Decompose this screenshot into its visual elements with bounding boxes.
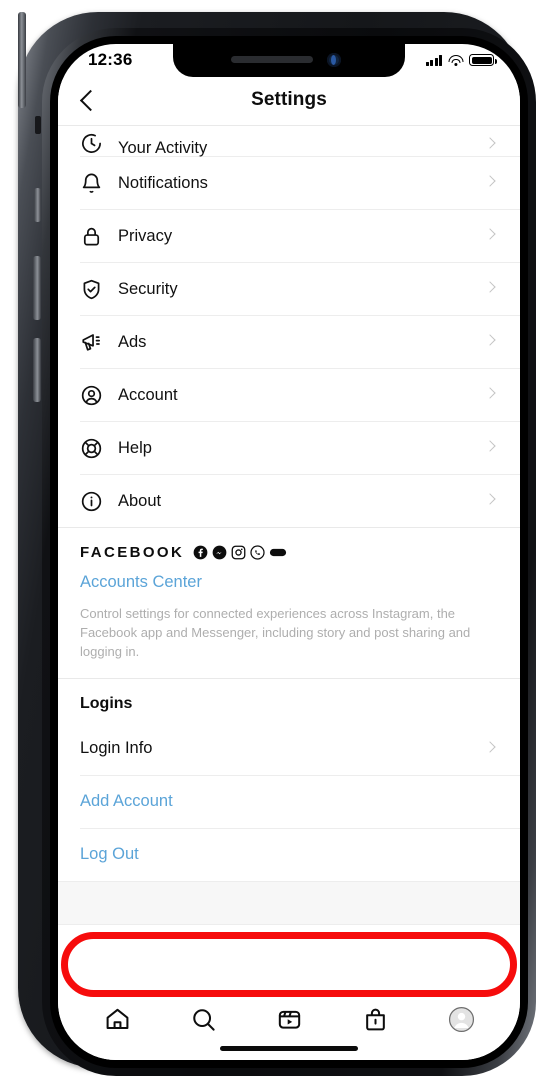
facebook-icon [193, 545, 208, 560]
antenna-band-left [35, 116, 41, 134]
settings-row-ads[interactable]: Ads [58, 316, 520, 368]
chevron-right-icon [484, 334, 496, 346]
settings-row-your-activity[interactable]: Your Activity [58, 126, 520, 158]
power-button[interactable] [18, 12, 26, 108]
whatsapp-icon [250, 545, 265, 560]
content-bottom-filler [58, 880, 520, 925]
settings-row-label: Notifications [118, 173, 208, 192]
chevron-right-icon [484, 740, 496, 753]
info-circle-icon [80, 486, 114, 516]
chevron-right-icon [484, 493, 496, 505]
facebook-section: FACEBOOK Accounts Center Control setting… [58, 528, 520, 678]
settings-row-label: Help [118, 438, 152, 457]
chevron-right-icon [484, 175, 496, 187]
cellular-signal-icon [425, 55, 442, 66]
accounts-center-link[interactable]: Accounts Center [80, 573, 498, 592]
profile-tab[interactable] [439, 1004, 483, 1040]
settings-row-about[interactable]: About [58, 475, 520, 527]
logins-section-heading: Logins [58, 678, 520, 723]
settings-row-label: Ads [118, 332, 147, 351]
mute-switch-button[interactable] [34, 188, 41, 222]
navigation-bar: Settings [58, 80, 520, 125]
settings-scroll-content[interactable]: Your Activity Notifications Privacy Secu… [58, 126, 520, 998]
megaphone-icon [80, 327, 114, 357]
logins-row-label: Log Out [80, 845, 139, 864]
settings-row-account[interactable]: Account [58, 369, 520, 421]
phone-screen: 12:36 Settings Your Activity Notificatio… [58, 44, 520, 1060]
instagram-icon [231, 545, 246, 560]
shop-tab[interactable] [353, 1004, 397, 1040]
screenshot-stage: 12:36 Settings Your Activity Notificatio… [0, 0, 542, 1080]
facebook-app-icons [193, 545, 287, 560]
highlight-annotation-add-account [61, 932, 517, 997]
settings-row-help[interactable]: Help [58, 422, 520, 474]
home-icon [104, 1006, 131, 1038]
settings-row-label: Privacy [118, 226, 173, 245]
volume-up-button[interactable] [33, 256, 41, 320]
home-tab[interactable] [95, 1004, 139, 1040]
chevron-right-icon [484, 387, 496, 399]
status-bar-clock: 12:36 [88, 50, 133, 69]
logins-row-login-info[interactable]: Login Info [58, 722, 520, 775]
volume-down-button[interactable] [33, 338, 41, 402]
status-bar-indicators [425, 54, 497, 66]
settings-row-label: Your Activity [118, 139, 208, 157]
settings-row-label: Account [118, 385, 178, 404]
chevron-right-icon [484, 137, 496, 149]
logins-row-log-out[interactable]: Log Out [58, 828, 520, 881]
device-notch [173, 44, 405, 77]
lifebuoy-icon [80, 433, 114, 463]
avatar-icon [448, 1006, 475, 1038]
account-circle-icon [80, 380, 114, 410]
logins-row-label: Add Account [80, 792, 173, 811]
portal-icon [270, 548, 287, 557]
facebook-section-description: Control settings for connected experienc… [80, 606, 471, 659]
search-tab[interactable] [181, 1004, 225, 1040]
chevron-right-icon [484, 281, 496, 293]
settings-row-security[interactable]: Security [58, 263, 520, 315]
chevron-right-icon [484, 228, 496, 240]
messenger-icon [212, 545, 227, 560]
settings-row-label: Security [118, 279, 178, 298]
reels-icon [276, 1006, 303, 1038]
bell-icon [80, 168, 114, 198]
reels-tab[interactable] [267, 1004, 311, 1040]
settings-row-label: About [118, 491, 162, 510]
activity-clock-icon [80, 128, 114, 158]
home-indicator [220, 1046, 358, 1051]
front-camera-icon [327, 53, 341, 67]
wifi-icon [448, 55, 463, 66]
facebook-section-header: FACEBOOK [80, 544, 498, 561]
settings-row-privacy[interactable]: Privacy [58, 210, 520, 262]
facebook-wordmark: FACEBOOK [80, 544, 185, 561]
chevron-right-icon [484, 440, 496, 452]
shopping-bag-icon [362, 1006, 389, 1038]
logins-row-label: Login Info [80, 739, 153, 758]
lock-icon [80, 221, 114, 251]
battery-icon [469, 54, 497, 66]
page-title: Settings [251, 89, 327, 110]
settings-row-notifications[interactable]: Notifications [58, 157, 520, 209]
shield-check-icon [80, 274, 114, 304]
earpiece-speaker-icon [231, 56, 313, 63]
search-icon [190, 1006, 217, 1038]
logins-row-add-account[interactable]: Add Account [58, 775, 520, 828]
phone-frame: 12:36 Settings Your Activity Notificatio… [18, 12, 536, 1076]
